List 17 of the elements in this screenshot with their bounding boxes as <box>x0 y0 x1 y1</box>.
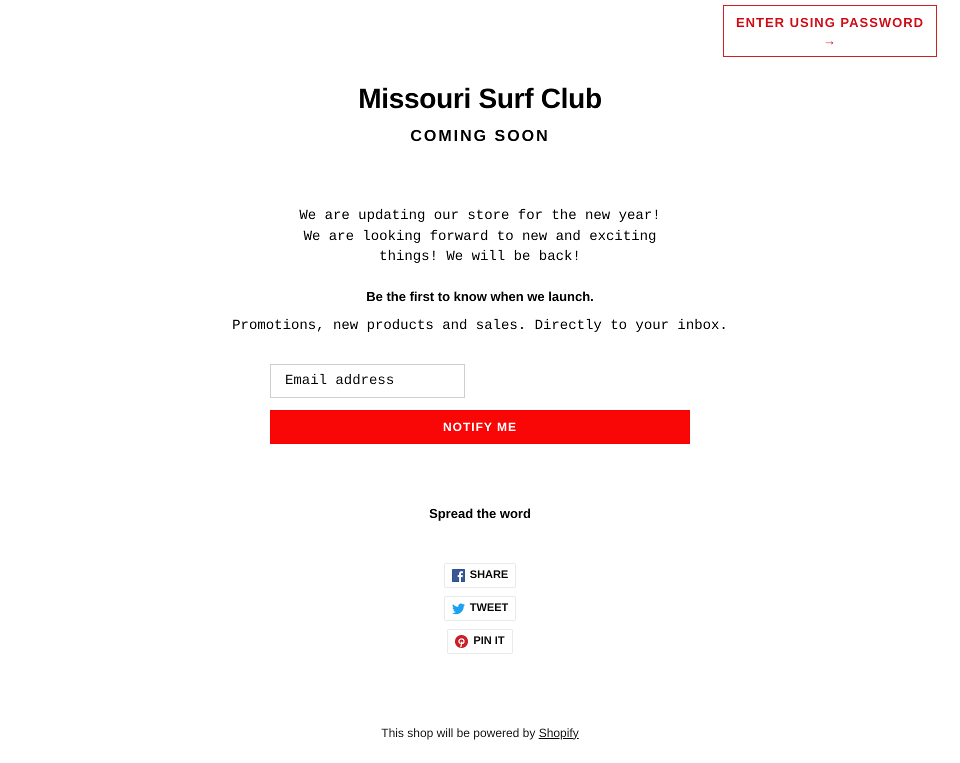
notify-me-button[interactable]: NOTIFY ME <box>270 410 690 444</box>
store-message: We are updating our store for the new year! We are looking forward to new and exciting things! We will be back! <box>298 207 662 267</box>
shopify-link[interactable]: Shopify <box>538 726 579 740</box>
share-button[interactable]: SHARE <box>444 562 516 588</box>
facebook-icon <box>452 568 465 582</box>
share-button[interactable]: TWEET <box>444 596 516 620</box>
store-title: Missouri Surf Club <box>357 82 603 116</box>
twitter-icon <box>452 602 465 614</box>
share-button[interactable]: PIN IT <box>447 628 513 654</box>
signup-heading: Be the first to know when we launch. <box>365 288 595 306</box>
share-heading: Spread the word <box>428 504 532 522</box>
pinterest-icon <box>455 634 468 648</box>
powered-by-text: This shop will be powered by Shopify <box>380 724 580 740</box>
signup-description: Promotions, new products and sales. Directly to your inbox. <box>231 316 729 336</box>
enter-password-button[interactable]: ENTER USING PASSWORD → <box>723 5 937 57</box>
email-field[interactable]: Email address <box>270 364 465 398</box>
coming-soon-heading: COMING SOON <box>409 127 551 147</box>
